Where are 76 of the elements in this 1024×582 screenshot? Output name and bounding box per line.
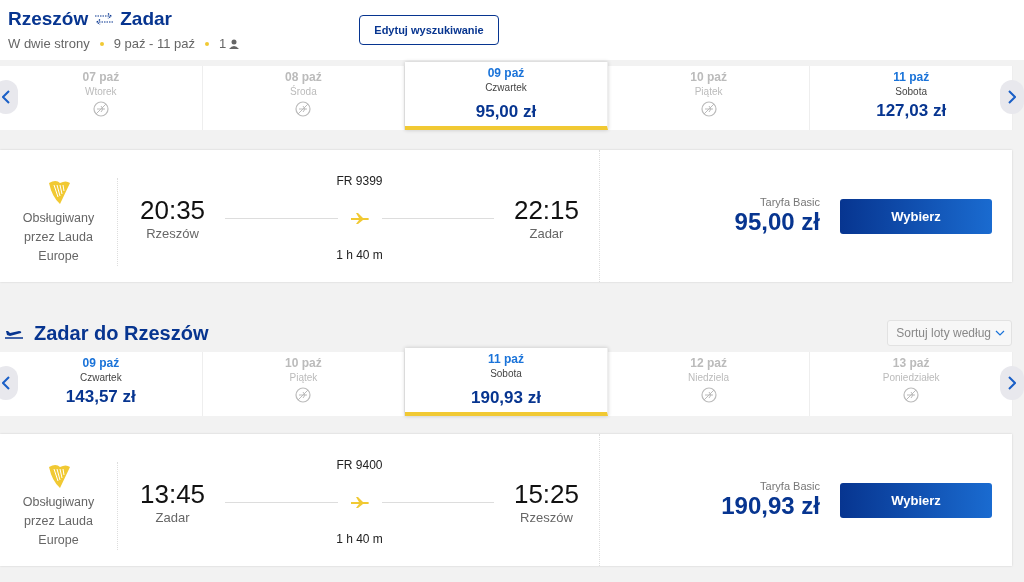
date-tab[interactable]: 09 paź Czwartek 95,00 zł <box>405 62 608 130</box>
flight-number: FR 9400 <box>336 458 383 472</box>
no-flights-icon <box>903 387 920 403</box>
tab-price: 127,03 zł <box>876 101 947 121</box>
chevron-left-icon <box>2 90 10 104</box>
arrival-time: 22:15 <box>513 195 579 226</box>
edit-search-button[interactable]: Edytuj wyszukiwanie <box>359 15 499 45</box>
tab-weekday: Czwartek <box>79 372 122 383</box>
departure-time: 20:35 <box>140 195 206 226</box>
plane-icon <box>349 211 370 225</box>
tab-date: 08 paź <box>285 70 322 84</box>
tab-date: 09 paź <box>82 356 120 370</box>
tab-date: 11 paź <box>487 352 524 366</box>
tab-price: 95,00 zł <box>475 102 537 122</box>
date-tab[interactable]: 09 paź Czwartek 143,57 zł <box>0 352 203 416</box>
separator-dot <box>205 41 210 46</box>
tab-weekday: Sobota <box>895 86 927 97</box>
fare-name: Taryfa Basic <box>760 480 820 492</box>
departure-city: Rzeszów <box>146 226 199 241</box>
select-button[interactable]: Wybierz <box>840 198 992 234</box>
plane-icon <box>349 495 370 509</box>
tab-weekday: Wtorek <box>84 86 117 97</box>
no-flights-icon <box>700 387 717 403</box>
chevron-right-icon <box>1008 376 1016 390</box>
tab-weekday: Piątek <box>694 86 723 97</box>
tab-price: 143,57 zł <box>65 387 136 407</box>
operator-text: Obsługiwany przez Lauda Europe <box>21 493 96 549</box>
fare-price: 190,93 zł <box>721 492 820 520</box>
chevron-down-icon <box>995 330 1005 336</box>
flight-number: FR 9399 <box>336 174 383 188</box>
passenger-count: 1 <box>219 36 227 51</box>
trip-dates: 9 paź - 11 paź <box>113 36 196 51</box>
next-dates-button[interactable] <box>1000 80 1024 114</box>
chevron-right-icon <box>1008 90 1016 104</box>
flight-duration: 1 h 40 m <box>336 532 383 546</box>
departure-time: 13:45 <box>140 479 206 510</box>
chevron-left-icon <box>2 376 10 390</box>
no-flights-icon <box>295 101 312 117</box>
operator-text: Obsługiwany przez Lauda Europe <box>21 209 96 265</box>
fare-price: 95,00 zł <box>734 208 820 236</box>
select-button[interactable]: Wybierz <box>840 482 992 518</box>
tab-date: 12 paź <box>690 356 727 370</box>
previous-dates-button[interactable] <box>0 366 18 400</box>
tab-price: 190,93 zł <box>471 388 541 408</box>
origin-city: Rzeszów <box>8 8 89 30</box>
next-dates-button[interactable] <box>1000 366 1024 400</box>
person-icon <box>229 38 240 49</box>
tab-date: 10 paź <box>285 356 322 370</box>
tab-weekday: Poniedziałek <box>882 372 940 383</box>
flight-duration: 1 h 40 m <box>336 248 383 262</box>
tab-date: 09 paź <box>487 66 525 80</box>
previous-dates-button[interactable] <box>0 80 18 114</box>
trip-type: W dwie strony <box>8 36 90 51</box>
tab-date: 13 paź <box>892 356 930 370</box>
destination-city: Zadar <box>120 8 172 30</box>
tab-weekday: Czwartek <box>485 82 527 93</box>
tab-date: 10 paź <box>690 70 727 84</box>
arrival-city: Zadar <box>529 226 564 241</box>
tab-weekday: Sobota <box>490 368 522 379</box>
fare-name: Taryfa Basic <box>760 196 820 208</box>
departure-city: Zadar <box>155 510 190 525</box>
tab-date: 07 paź <box>82 70 120 84</box>
no-flights-icon <box>700 101 717 117</box>
no-flights-icon <box>295 387 312 403</box>
tab-weekday: Środa <box>290 86 317 97</box>
section-title: Zadar do Rzeszów <box>34 321 209 345</box>
tab-weekday: Piątek <box>289 372 318 383</box>
tab-date: 11 paź <box>893 70 930 84</box>
arrival-time: 15:25 <box>513 479 579 510</box>
round-trip-icon <box>94 13 115 25</box>
arrival-city: Rzeszów <box>520 510 573 525</box>
tab-weekday: Niedziela <box>688 372 730 383</box>
no-flights-icon <box>92 101 109 117</box>
date-tab[interactable]: 11 paź Sobota 127,03 zł <box>810 66 1013 130</box>
date-tab[interactable]: 11 paź Sobota 190,93 zł <box>405 348 608 416</box>
separator-dot <box>99 41 104 46</box>
